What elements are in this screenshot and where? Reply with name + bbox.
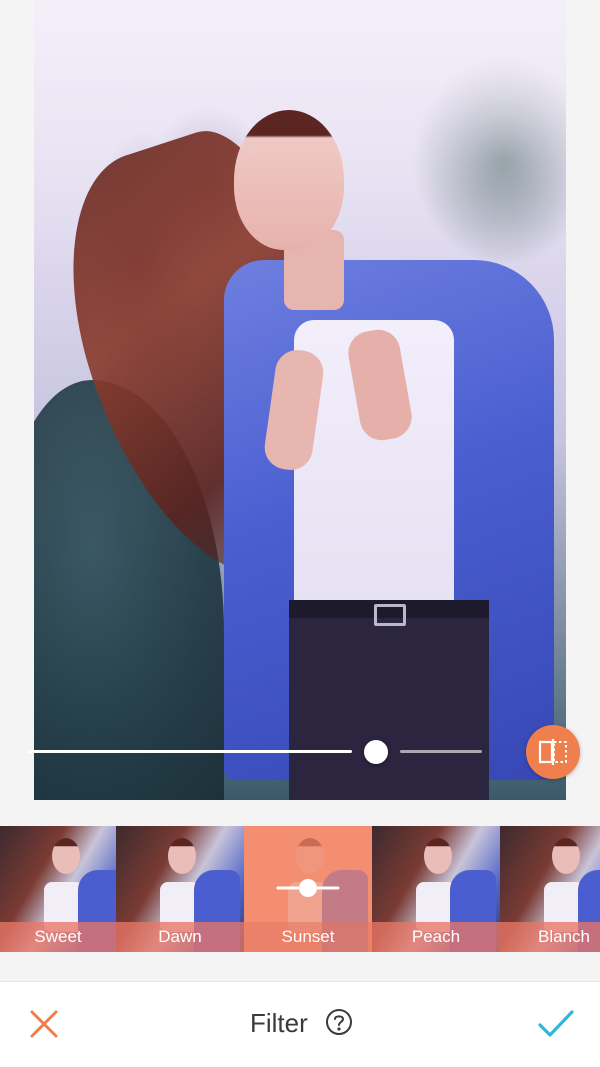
filter-thumb-image [168,838,196,874]
filter-thumb-image [52,838,80,874]
filter-label: Sunset [244,922,372,952]
page-title: Filter [250,1008,308,1038]
help-icon[interactable] [325,1008,353,1036]
filter-sunset[interactable]: Sunset [244,826,372,952]
filter-peach[interactable]: Peach [372,826,500,952]
filter-label: Peach [372,922,500,952]
check-icon [538,1010,574,1037]
adjust-slider-icon [276,879,340,897]
filter-sweet[interactable]: Sweet [0,826,116,952]
filter-strip: Sweet Dawn Sunset Peach Blanch [0,826,600,952]
filter-thumb-image [424,838,452,874]
confirm-button[interactable] [536,1004,576,1044]
compare-button[interactable] [526,725,580,779]
photo-head [234,110,344,250]
filter-dawn[interactable]: Dawn [116,826,244,952]
photo-buckle [374,604,406,626]
filter-label: Sweet [0,922,116,952]
filter-thumb-image [552,838,580,874]
close-button[interactable] [26,1006,62,1042]
filter-blanch[interactable]: Blanch [500,826,600,952]
photo-preview [34,0,566,800]
close-icon [30,1010,58,1038]
intensity-slider-track-filled[interactable] [28,750,352,753]
filter-label: Dawn [116,922,244,952]
photo-pants [289,600,489,800]
intensity-slider-thumb[interactable] [364,740,388,764]
split-compare-icon [538,739,567,765]
intensity-slider-track-empty[interactable] [400,750,482,753]
filter-label: Blanch [500,922,600,952]
